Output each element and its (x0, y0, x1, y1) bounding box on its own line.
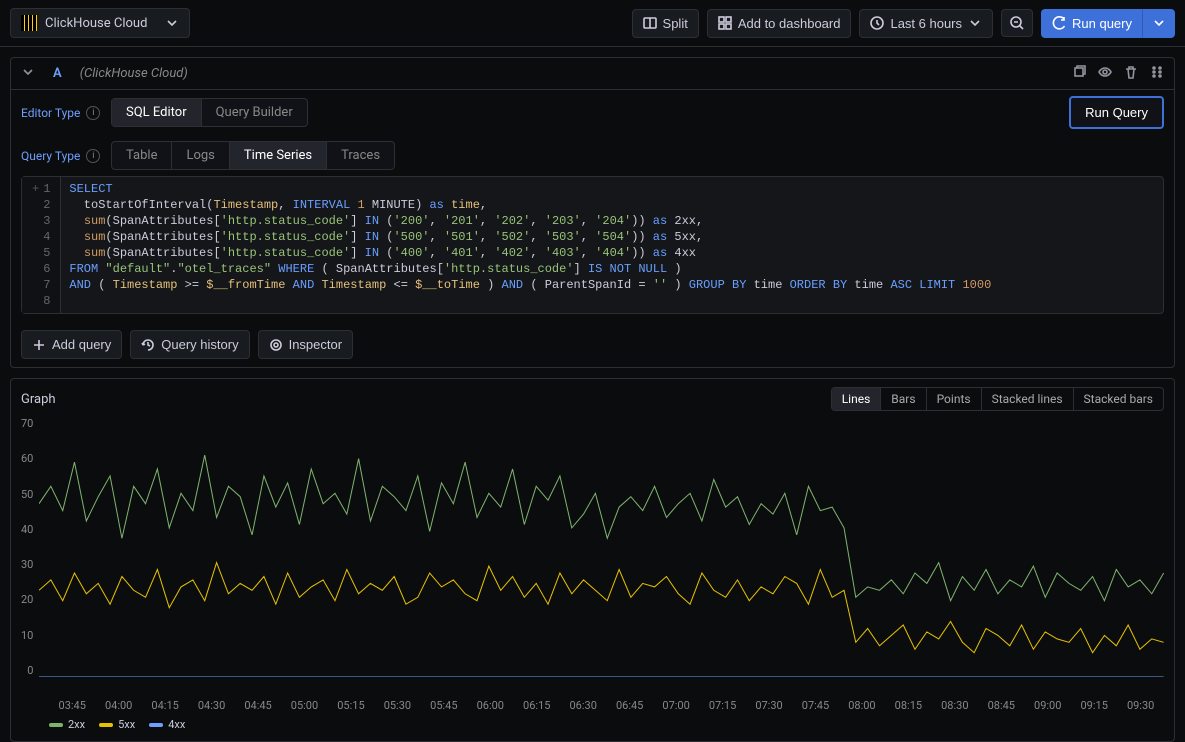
graph-panel: Graph Lines Bars Points Stacked lines St… (10, 378, 1175, 742)
chevron-down-icon (1152, 16, 1166, 30)
refresh-icon (1052, 16, 1066, 30)
query-header: A (ClickHouse Cloud) (11, 58, 1174, 90)
zoom-out-button[interactable] (1001, 9, 1033, 37)
legend-item[interactable]: 4xx (149, 718, 185, 731)
query-panel: A (ClickHouse Cloud) Editor Type i SQL E… (10, 57, 1175, 368)
y-axis: 706050403020100 (21, 417, 39, 677)
viz-tab-points[interactable]: Points (927, 388, 982, 410)
sql-code[interactable]: SELECT toStartOfInterval(Timestamp, INTE… (61, 177, 999, 313)
toolbar-right: Split Add to dashboard Last 6 hours Run … (632, 9, 1175, 38)
query-actions: Add query Query history Inspector (11, 322, 1174, 367)
info-icon[interactable]: i (86, 149, 100, 163)
split-button[interactable]: Split (632, 9, 699, 38)
info-icon[interactable]: i (86, 106, 100, 120)
delete-button[interactable] (1124, 65, 1138, 83)
time-range-picker[interactable]: Last 6 hours (859, 9, 993, 38)
eye-icon (1098, 65, 1112, 79)
plus-icon (32, 338, 46, 352)
toggle-visibility-button[interactable] (1098, 65, 1112, 83)
chart-area: 706050403020100 (21, 417, 1164, 697)
chevron-down-icon (21, 65, 35, 79)
run-query-inline-button[interactable]: Run Query (1069, 96, 1164, 129)
query-type-tabs: Table Logs Time Series Traces (111, 141, 395, 170)
query-title: (ClickHouse Cloud) (80, 66, 188, 81)
query-letter[interactable]: A (45, 64, 70, 83)
tab-traces[interactable]: Traces (327, 142, 394, 169)
query-type-row: Query Type i Table Logs Time Series Trac… (11, 135, 1174, 176)
add-query-button[interactable]: Add query (21, 330, 122, 359)
top-toolbar: ClickHouse Cloud Split Add to dashboard … (0, 0, 1185, 47)
copy-icon (1072, 65, 1086, 79)
editor-type-label: Editor Type i (21, 106, 101, 120)
chevron-down-icon (165, 16, 179, 30)
editor-type-row: Editor Type i SQL Editor Query Builder R… (11, 90, 1174, 135)
run-query-dropdown[interactable] (1143, 9, 1175, 38)
editor-type-tabs: SQL Editor Query Builder (111, 98, 308, 127)
tab-logs[interactable]: Logs (172, 142, 229, 169)
run-query-split-button: Run query (1041, 9, 1175, 38)
copy-button[interactable] (1072, 65, 1086, 83)
viz-tab-stacked-bars[interactable]: Stacked bars (1074, 388, 1163, 410)
grip-icon (1150, 65, 1164, 79)
split-icon (643, 16, 657, 30)
tab-query-builder[interactable]: Query Builder (202, 99, 307, 126)
inspector-button[interactable]: Inspector (258, 330, 353, 359)
collapse-toggle[interactable] (21, 65, 35, 83)
drag-handle[interactable] (1150, 65, 1164, 83)
clock-icon (870, 16, 884, 30)
tab-table[interactable]: Table (112, 142, 172, 169)
datasource-picker[interactable]: ClickHouse Cloud (10, 8, 190, 38)
clickhouse-logo-icon (21, 15, 37, 31)
run-query-button[interactable]: Run query (1041, 9, 1143, 38)
graph-header: Graph Lines Bars Points Stacked lines St… (21, 387, 1164, 411)
legend-item[interactable]: 2xx (49, 718, 85, 731)
zoom-out-icon (1010, 16, 1024, 30)
viz-tab-stacked-lines[interactable]: Stacked lines (982, 388, 1074, 410)
tab-sql-editor[interactable]: SQL Editor (112, 99, 202, 126)
trash-icon (1124, 65, 1138, 79)
grid-icon (718, 16, 732, 30)
add-to-dashboard-button[interactable]: Add to dashboard (707, 9, 852, 38)
query-history-button[interactable]: Query history (130, 330, 249, 359)
query-type-label: Query Type i (21, 149, 101, 163)
line-gutter: +12345678 (22, 177, 61, 313)
history-icon (141, 338, 155, 352)
viz-tab-bars[interactable]: Bars (881, 388, 926, 410)
query-header-actions (1072, 65, 1164, 83)
chart-legend: 2xx 5xx 4xx (21, 712, 1164, 731)
legend-item[interactable]: 5xx (99, 718, 135, 731)
datasource-name: ClickHouse Cloud (45, 16, 147, 31)
chart-plot[interactable] (39, 417, 1164, 677)
viz-type-tabs: Lines Bars Points Stacked lines Stacked … (831, 387, 1164, 411)
tab-time-series[interactable]: Time Series (230, 142, 327, 169)
x-axis: 03:4504:0004:1504:3004:4505:0005:1505:30… (21, 699, 1164, 712)
sql-editor[interactable]: +12345678 SELECT toStartOfInterval(Times… (21, 176, 1164, 314)
viz-tab-lines[interactable]: Lines (832, 388, 882, 410)
inspector-icon (269, 338, 283, 352)
graph-title: Graph (21, 392, 56, 407)
chevron-down-icon (968, 16, 982, 30)
